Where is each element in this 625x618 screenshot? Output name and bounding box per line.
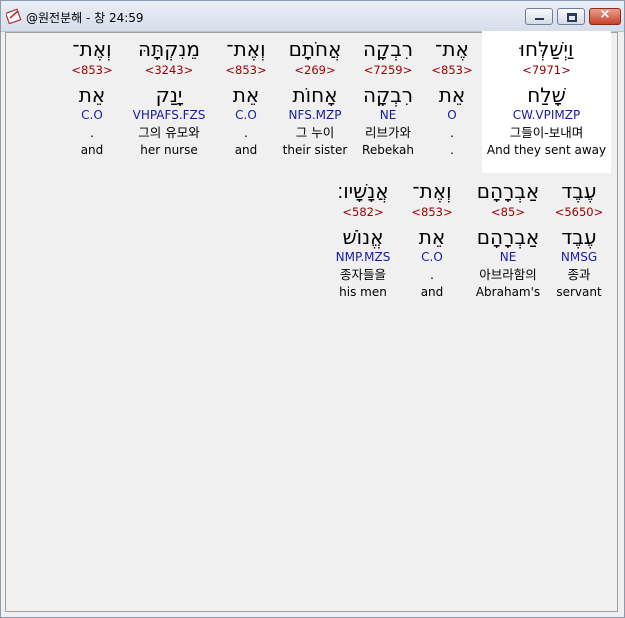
- strong-number[interactable]: <3243>: [124, 63, 214, 77]
- strong-number[interactable]: <853>: [59, 63, 125, 77]
- lemma-word: אֵת: [232, 83, 260, 107]
- korean-gloss: .: [430, 267, 434, 282]
- hebrew-word: אֲנָשָׁיו׃: [337, 179, 389, 203]
- minimize-icon: [535, 18, 544, 20]
- morph-code: NMSG: [560, 250, 598, 264]
- word-cell[interactable]: אַבְרָהָם <85> אַבְרָהָם NE 아브라함의 Abraha…: [465, 179, 551, 299]
- hebrew-word: רִבְקָה: [362, 37, 414, 61]
- korean-gloss: 리브가와: [364, 125, 411, 140]
- strong-number[interactable]: <853>: [399, 205, 465, 219]
- korean-gloss: 그 누이: [295, 125, 335, 140]
- strong-number[interactable]: <853>: [213, 63, 279, 77]
- lemma-word: אֵת: [78, 83, 106, 107]
- word-cell[interactable]: וְאֶת־ <853> אֵת C.O . and: [399, 179, 465, 299]
- lemma-word: עֶבֶד: [561, 225, 597, 249]
- korean-gloss: 종과: [567, 267, 591, 282]
- morph-code: CW.VPIMZP: [512, 108, 581, 122]
- morph-code: NMP.MZS: [335, 250, 391, 264]
- maximize-button[interactable]: [557, 8, 585, 25]
- verse-icon: [6, 8, 22, 24]
- strong-number[interactable]: <582>: [323, 205, 403, 219]
- lemma-word: יָנַק: [155, 83, 183, 107]
- korean-gloss: .: [244, 125, 248, 140]
- morph-code: VHPAFS.FZS: [132, 108, 206, 122]
- morph-code: C.O: [421, 250, 443, 264]
- korean-gloss: .: [450, 125, 454, 140]
- title-bar[interactable]: @원전분해 - 창 24:59 ×: [1, 1, 624, 32]
- korean-gloss: 그의 유모와: [138, 125, 200, 140]
- english-gloss: and: [420, 285, 444, 299]
- english-gloss: Rebekah: [362, 143, 414, 157]
- hebrew-word: אַבְרָהָם: [476, 179, 540, 203]
- word-cell[interactable]: עֶבֶד <5650> עֶבֶד NMSG 종과 servant: [549, 179, 609, 299]
- english-gloss: And they sent away: [486, 143, 607, 157]
- app-window: @원전분해 - 창 24:59 × וַיְשַׁלְּחוּ <7971> ש…: [0, 0, 625, 618]
- morph-code: NE: [499, 250, 517, 264]
- english-gloss: her nurse: [140, 143, 198, 157]
- english-gloss: Abraham's: [475, 285, 541, 299]
- hebrew-word: וְאֶת־: [412, 179, 452, 203]
- maximize-icon: [567, 13, 577, 22]
- lemma-word: שָׁלַח: [527, 83, 566, 107]
- korean-gloss: 그들이-보내며: [509, 125, 584, 140]
- word-cell[interactable]: וַיְשַׁלְּחוּ <7971> שָׁלַח CW.VPIMZP 그들…: [482, 37, 611, 157]
- english-gloss: .: [450, 143, 454, 157]
- lemma-word: אָחוֹת: [292, 83, 338, 107]
- word-cell[interactable]: וְאֶת־ <853> אֵת C.O . and: [59, 37, 125, 157]
- lemma-word: אֵת: [418, 225, 446, 249]
- korean-gloss: 종자들을: [339, 267, 386, 282]
- morph-code: C.O: [235, 108, 257, 122]
- word-cell[interactable]: אֶת־ <853> אֵת O . .: [422, 37, 482, 157]
- lemma-word: אַבְרָהָם: [476, 225, 540, 249]
- morph-code: NFS.MZP: [288, 108, 342, 122]
- word-cell[interactable]: רִבְקָה <7259> רִבְקָה NE 리브가와 Rebekah: [352, 37, 424, 157]
- morph-code: C.O: [81, 108, 103, 122]
- word-cell[interactable]: אֲנָשָׁיו׃ <582> אֱנוֹשׁ NMP.MZS 종자들을 hi…: [323, 179, 403, 299]
- strong-number[interactable]: <269>: [277, 63, 353, 77]
- strong-number[interactable]: <7259>: [352, 63, 424, 77]
- english-gloss: and: [234, 143, 258, 157]
- strong-number[interactable]: <7971>: [482, 63, 611, 77]
- strong-number[interactable]: <5650>: [549, 205, 609, 219]
- close-icon: ×: [599, 7, 611, 22]
- korean-gloss: .: [90, 125, 94, 140]
- hebrew-word: וְאֶת־: [72, 37, 112, 61]
- hebrew-word: אֶת־: [435, 37, 469, 61]
- strong-number[interactable]: <853>: [422, 63, 482, 77]
- english-gloss: his men: [339, 285, 387, 299]
- word-cell[interactable]: וְאֶת־ <853> אֵת C.O . and: [213, 37, 279, 157]
- english-gloss: and: [80, 143, 104, 157]
- lemma-word: רִבְקָה: [362, 83, 414, 107]
- minimize-button[interactable]: [525, 8, 553, 25]
- english-gloss: their sister: [282, 143, 348, 157]
- hebrew-word: וַיְשַׁלְּחוּ: [519, 37, 574, 61]
- morph-code: NE: [379, 108, 397, 122]
- lemma-word: אֵת: [438, 83, 466, 107]
- strong-number[interactable]: <85>: [465, 205, 551, 219]
- hebrew-word: מֵנִקְתָּהּ: [138, 37, 200, 61]
- hebrew-word: עֶבֶד: [561, 179, 597, 203]
- word-cell[interactable]: מֵנִקְתָּהּ <3243> יָנַק VHPAFS.FZS 그의 유…: [124, 37, 214, 157]
- hebrew-word: אֲחֹתָם: [288, 37, 342, 61]
- english-gloss: servant: [556, 285, 602, 299]
- korean-gloss: 아브라함의: [479, 267, 537, 282]
- word-cell[interactable]: אֲחֹתָם <269> אָחוֹת NFS.MZP 그 누이 their …: [277, 37, 353, 157]
- close-button[interactable]: ×: [589, 7, 621, 25]
- morph-code: O: [447, 108, 457, 122]
- window-title: @원전분해 - 창 24:59: [26, 11, 144, 25]
- hebrew-word: וְאֶת־: [226, 37, 266, 61]
- lemma-word: אֱנוֹשׁ: [342, 225, 384, 249]
